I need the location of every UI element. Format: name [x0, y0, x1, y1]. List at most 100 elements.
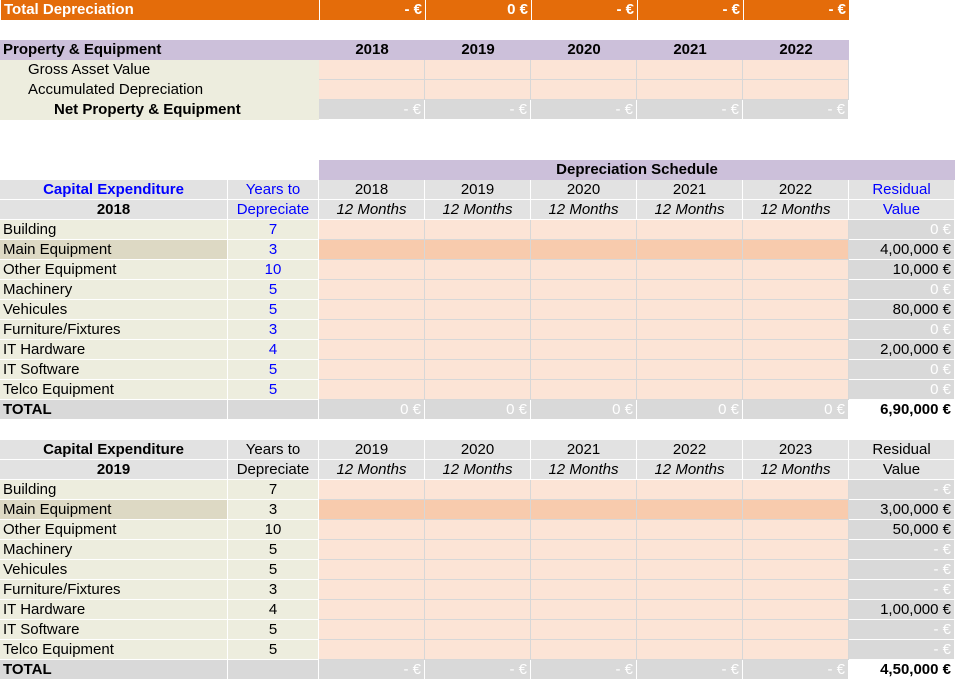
schedule-input-cell[interactable]	[425, 480, 531, 500]
schedule-input-cell[interactable]	[743, 240, 849, 260]
schedule-input-cell[interactable]	[743, 480, 849, 500]
asset-residual-value[interactable]: 10,000 €	[849, 260, 955, 280]
asset-years-value[interactable]: 5	[228, 360, 319, 380]
asset-years-value[interactable]: 4	[228, 600, 319, 620]
asset-years-value[interactable]: 3	[228, 580, 319, 600]
schedule-input-cell[interactable]	[531, 380, 637, 400]
asset-row-label[interactable]: IT Software	[0, 360, 228, 380]
pe-input-cell[interactable]	[531, 60, 637, 80]
asset-residual-value[interactable]: 3,00,000 €	[849, 500, 955, 520]
asset-row-label[interactable]: Telco Equipment	[0, 640, 228, 660]
schedule-input-cell[interactable]	[637, 240, 743, 260]
asset-residual-value[interactable]: 50,000 €	[849, 520, 955, 540]
asset-years-value[interactable]: 5	[228, 280, 319, 300]
schedule-input-cell[interactable]	[531, 300, 637, 320]
capex-total-value[interactable]: - €	[319, 660, 425, 680]
schedule-input-cell[interactable]	[637, 520, 743, 540]
schedule-input-cell[interactable]	[319, 500, 425, 520]
pe-input-cell[interactable]	[319, 80, 425, 100]
schedule-input-cell[interactable]	[637, 360, 743, 380]
capex-total-value[interactable]: - €	[531, 660, 637, 680]
schedule-input-cell[interactable]	[319, 640, 425, 660]
asset-years-value[interactable]: 3	[228, 240, 319, 260]
schedule-input-cell[interactable]	[531, 500, 637, 520]
schedule-input-cell[interactable]	[637, 340, 743, 360]
capex-total-value[interactable]: 0 €	[743, 400, 849, 420]
schedule-input-cell[interactable]	[425, 320, 531, 340]
schedule-input-cell[interactable]	[743, 620, 849, 640]
asset-residual-value[interactable]: - €	[849, 540, 955, 560]
asset-years-value[interactable]: 5	[228, 620, 319, 640]
asset-residual-value[interactable]: - €	[849, 620, 955, 640]
schedule-input-cell[interactable]	[531, 480, 637, 500]
asset-residual-value[interactable]: - €	[849, 480, 955, 500]
asset-residual-value[interactable]: 0 €	[849, 360, 955, 380]
asset-row-label[interactable]: Other Equipment	[0, 520, 228, 540]
schedule-input-cell[interactable]	[743, 600, 849, 620]
asset-row-label[interactable]: Machinery	[0, 540, 228, 560]
schedule-input-cell[interactable]	[425, 240, 531, 260]
schedule-input-cell[interactable]	[637, 540, 743, 560]
total-depreciation-value[interactable]: 0 €	[425, 0, 531, 20]
total-depreciation-value[interactable]: - €	[637, 0, 743, 20]
schedule-input-cell[interactable]	[531, 640, 637, 660]
pe-input-cell[interactable]	[637, 80, 743, 100]
asset-row-label[interactable]: Vehicules	[0, 560, 228, 580]
asset-residual-value[interactable]: 0 €	[849, 380, 955, 400]
pe-net-value[interactable]: - €	[319, 100, 425, 120]
schedule-input-cell[interactable]	[637, 220, 743, 240]
schedule-input-cell[interactable]	[743, 580, 849, 600]
schedule-input-cell[interactable]	[531, 260, 637, 280]
pe-input-cell[interactable]	[425, 60, 531, 80]
schedule-input-cell[interactable]	[425, 220, 531, 240]
total-depreciation-value[interactable]: - €	[743, 0, 849, 20]
schedule-input-cell[interactable]	[637, 640, 743, 660]
asset-residual-value[interactable]: - €	[849, 580, 955, 600]
asset-years-value[interactable]: 5	[228, 640, 319, 660]
asset-residual-value[interactable]: 4,00,000 €	[849, 240, 955, 260]
schedule-input-cell[interactable]	[531, 320, 637, 340]
pe-input-cell[interactable]	[425, 80, 531, 100]
schedule-input-cell[interactable]	[743, 520, 849, 540]
asset-years-value[interactable]: 5	[228, 300, 319, 320]
asset-years-value[interactable]: 5	[228, 560, 319, 580]
asset-row-label[interactable]: IT Hardware	[0, 600, 228, 620]
asset-years-value[interactable]: 7	[228, 220, 319, 240]
schedule-input-cell[interactable]	[743, 560, 849, 580]
schedule-input-cell[interactable]	[531, 580, 637, 600]
schedule-input-cell[interactable]	[425, 540, 531, 560]
schedule-input-cell[interactable]	[425, 560, 531, 580]
schedule-input-cell[interactable]	[743, 300, 849, 320]
schedule-input-cell[interactable]	[319, 340, 425, 360]
schedule-input-cell[interactable]	[743, 640, 849, 660]
schedule-input-cell[interactable]	[319, 300, 425, 320]
schedule-input-cell[interactable]	[637, 480, 743, 500]
pe-net-value[interactable]: - €	[743, 100, 849, 120]
schedule-input-cell[interactable]	[425, 300, 531, 320]
schedule-input-cell[interactable]	[425, 640, 531, 660]
asset-row-label[interactable]: Machinery	[0, 280, 228, 300]
asset-residual-value[interactable]: 2,00,000 €	[849, 340, 955, 360]
pe-net-value[interactable]: - €	[425, 100, 531, 120]
total-depreciation-value[interactable]: - €	[319, 0, 425, 20]
asset-row-label[interactable]: Furniture/Fixtures	[0, 580, 228, 600]
asset-years-value[interactable]: 3	[228, 320, 319, 340]
schedule-input-cell[interactable]	[425, 280, 531, 300]
schedule-input-cell[interactable]	[743, 500, 849, 520]
capex-total-value[interactable]: 0 €	[319, 400, 425, 420]
schedule-input-cell[interactable]	[637, 620, 743, 640]
capex-total-residual[interactable]: 6,90,000 €	[849, 400, 955, 420]
schedule-input-cell[interactable]	[531, 220, 637, 240]
asset-residual-value[interactable]: 0 €	[849, 220, 955, 240]
schedule-input-cell[interactable]	[743, 380, 849, 400]
schedule-input-cell[interactable]	[319, 240, 425, 260]
asset-residual-value[interactable]: 1,00,000 €	[849, 600, 955, 620]
schedule-input-cell[interactable]	[319, 360, 425, 380]
asset-row-label[interactable]: Other Equipment	[0, 260, 228, 280]
schedule-input-cell[interactable]	[319, 520, 425, 540]
schedule-input-cell[interactable]	[319, 560, 425, 580]
schedule-input-cell[interactable]	[637, 260, 743, 280]
capex-total-value[interactable]: 0 €	[425, 400, 531, 420]
schedule-input-cell[interactable]	[425, 520, 531, 540]
asset-residual-value[interactable]: 0 €	[849, 320, 955, 340]
